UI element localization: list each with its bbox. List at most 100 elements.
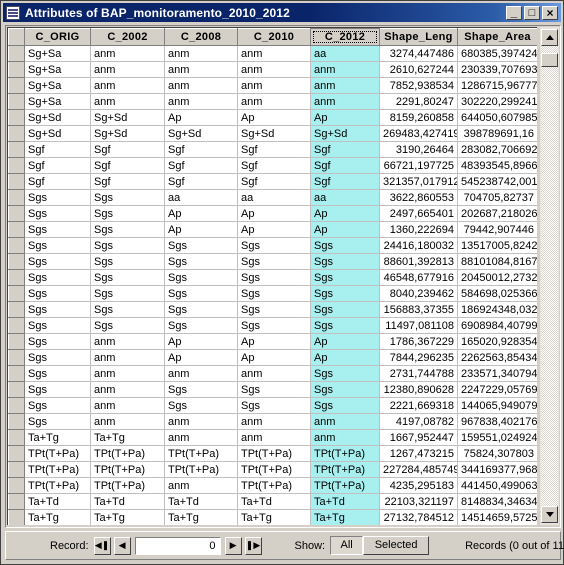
cell-c_orig[interactable]: Sg+Sa <box>24 77 91 94</box>
cell-shape_leng[interactable]: 156883,37355 <box>379 301 458 318</box>
row-selector[interactable] <box>8 381 25 398</box>
row-selector[interactable] <box>8 429 25 446</box>
row-selector[interactable] <box>8 253 25 270</box>
row-selector[interactable] <box>8 237 25 254</box>
cell-c_2010[interactable]: anm <box>237 365 311 382</box>
table-row[interactable]: Sg+Sa anm anm anm anm 2610,627244 230339,70769… <box>8 61 537 78</box>
cell-c_2002[interactable]: TPt(T+Pa) <box>90 445 165 462</box>
cell-c_2010[interactable]: TPt(T+Pa) <box>237 477 311 494</box>
cell-shape_leng[interactable]: 1786,367229 <box>379 333 458 350</box>
cell-shape_leng[interactable]: 4197,08782 <box>379 413 458 430</box>
cell-c_2002[interactable]: Sgs <box>90 189 165 206</box>
cell-c_orig[interactable]: Ta+Tg <box>24 429 91 446</box>
cell-c_2002[interactable]: anm <box>90 93 165 110</box>
cell-c_2010[interactable]: Sgs <box>237 381 311 398</box>
cell-c_orig[interactable]: Sgs <box>24 301 91 318</box>
row-selector[interactable] <box>8 45 25 62</box>
cell-c_2008[interactable]: Sgs <box>164 397 238 414</box>
table-row[interactable]: Sg+Sa anm anm anm aa 3274,447486 680385,397424 <box>8 45 537 62</box>
cell-c_2010[interactable]: Ap <box>237 349 311 366</box>
cell-shape_leng[interactable]: 227284,485749 <box>379 461 458 478</box>
column-header-c_2010[interactable]: C_2010 <box>237 28 311 46</box>
cell-c_orig[interactable]: Sgf <box>24 141 91 158</box>
cell-c_orig[interactable]: TPt(T+Pa) <box>24 445 91 462</box>
cell-shape_leng[interactable]: 1667,952447 <box>379 429 458 446</box>
row-selector[interactable] <box>8 397 25 414</box>
cell-c_2008[interactable]: anm <box>164 77 238 94</box>
row-selector[interactable] <box>8 157 25 174</box>
cell-c_2008[interactable]: Sgs <box>164 253 238 270</box>
cell-c_2012[interactable]: Sg+Sd <box>310 125 380 142</box>
cell-shape_area[interactable]: 398789691,16 <box>457 125 537 142</box>
cell-shape_area[interactable]: 20450012,2732 <box>457 269 537 286</box>
cell-c_2010[interactable]: anm <box>237 61 311 78</box>
cell-c_2008[interactable]: Ta+Td <box>164 493 238 510</box>
row-selector[interactable] <box>8 413 25 430</box>
row-selector[interactable] <box>8 93 25 110</box>
cell-shape_leng[interactable]: 46548,677916 <box>379 269 458 286</box>
cell-shape_area[interactable]: 48393545,8966 <box>457 157 537 174</box>
cell-shape_area[interactable]: 230339,707693 <box>457 61 537 78</box>
cell-c_2012[interactable]: Ap <box>310 349 380 366</box>
cell-c_2012[interactable]: anm <box>310 429 380 446</box>
table-row[interactable]: Sg+Sd Sg+Sd Ap Ap Ap 8159,260858 644050,607985 <box>8 109 537 126</box>
cell-c_orig[interactable]: Sgs <box>24 317 91 334</box>
cell-c_2010[interactable]: anm <box>237 429 311 446</box>
cell-c_2008[interactable]: Ap <box>164 109 238 126</box>
cell-c_orig[interactable]: TPt(T+Pa) <box>24 461 91 478</box>
cell-shape_area[interactable]: 6908984,40799 <box>457 317 537 334</box>
cell-c_2012[interactable]: anm <box>310 413 380 430</box>
cell-shape_area[interactable]: 644050,607985 <box>457 109 537 126</box>
cell-shape_leng[interactable]: 7852,938534 <box>379 77 458 94</box>
cell-c_orig[interactable]: Sgs <box>24 189 91 206</box>
cell-c_2010[interactable]: aa <box>237 189 311 206</box>
cell-c_2012[interactable]: Sgs <box>310 285 380 302</box>
cell-shape_leng[interactable]: 12380,890628 <box>379 381 458 398</box>
cell-c_2002[interactable]: anm <box>90 349 165 366</box>
cell-shape_leng[interactable]: 8040,239462 <box>379 285 458 302</box>
cell-shape_area[interactable]: 344169377,968 <box>457 461 537 478</box>
cell-c_2010[interactable]: Sgs <box>237 237 311 254</box>
cell-c_2010[interactable]: Sgf <box>237 173 311 190</box>
cell-c_orig[interactable]: TPt(T+Pa) <box>24 477 91 494</box>
column-header-shape_leng[interactable]: Shape_Leng <box>379 28 458 46</box>
cell-shape_area[interactable]: 144065,949079 <box>457 397 537 414</box>
cell-shape_area[interactable]: 704705,82737 <box>457 189 537 206</box>
cell-c_orig[interactable]: Sgf <box>24 157 91 174</box>
cell-c_2012[interactable]: Ap <box>310 333 380 350</box>
cell-shape_leng[interactable]: 1360,222694 <box>379 221 458 238</box>
cell-shape_area[interactable]: 441450,499063 <box>457 477 537 494</box>
cell-c_2012[interactable]: Sgs <box>310 397 380 414</box>
cell-c_2008[interactable]: Sg+Sd <box>164 125 238 142</box>
table-row[interactable]: Sgs Sgs Sgs Sgs Sgs 156883,37355 186924348,032 <box>8 301 537 318</box>
title-bar[interactable]: Attributes of BAP_monitoramento_2010_201… <box>3 3 561 22</box>
column-header-c_2012[interactable]: C_2012 <box>310 28 380 46</box>
last-record-button[interactable]: ❚▶ <box>244 536 262 555</box>
row-selector[interactable] <box>8 477 25 494</box>
row-selector[interactable] <box>8 205 25 222</box>
maximize-button[interactable]: □ <box>524 5 540 20</box>
cell-shape_area[interactable]: 8148834,34634 <box>457 493 537 510</box>
cell-c_2002[interactable]: Sg+Sd <box>90 125 165 142</box>
row-selector[interactable] <box>8 445 25 462</box>
attribute-grid[interactable]: C_ORIG C_2002 C_2008 C_2010 C_2012 Shape_Leng… <box>7 27 537 525</box>
cell-c_2012[interactable]: Sgs <box>310 269 380 286</box>
cell-c_2012[interactable]: TPt(T+Pa) <box>310 445 380 462</box>
cell-shape_leng[interactable]: 2731,744788 <box>379 365 458 382</box>
cell-shape_area[interactable]: 584698,025366 <box>457 285 537 302</box>
cell-c_orig[interactable]: Sgs <box>24 365 91 382</box>
cell-c_2012[interactable]: Sgs <box>310 365 380 382</box>
cell-c_orig[interactable]: Sgs <box>24 381 91 398</box>
cell-c_2002[interactable]: Sgs <box>90 301 165 318</box>
first-record-button[interactable]: ◀❚ <box>93 536 111 555</box>
cell-c_2008[interactable]: anm <box>164 429 238 446</box>
table-row[interactable]: Sgs anm Sgs Sgs Sgs 12380,890628 2247229,05769 <box>8 381 537 398</box>
cell-c_2012[interactable]: Ap <box>310 109 380 126</box>
cell-c_2008[interactable]: anm <box>164 365 238 382</box>
cell-shape_leng[interactable]: 2291,80247 <box>379 93 458 110</box>
row-selector[interactable] <box>8 221 25 238</box>
row-selector[interactable] <box>8 173 25 190</box>
cell-c_2010[interactable]: TPt(T+Pa) <box>237 445 311 462</box>
cell-c_2002[interactable]: anm <box>90 397 165 414</box>
scrollbar-track-lower[interactable] <box>541 67 558 506</box>
